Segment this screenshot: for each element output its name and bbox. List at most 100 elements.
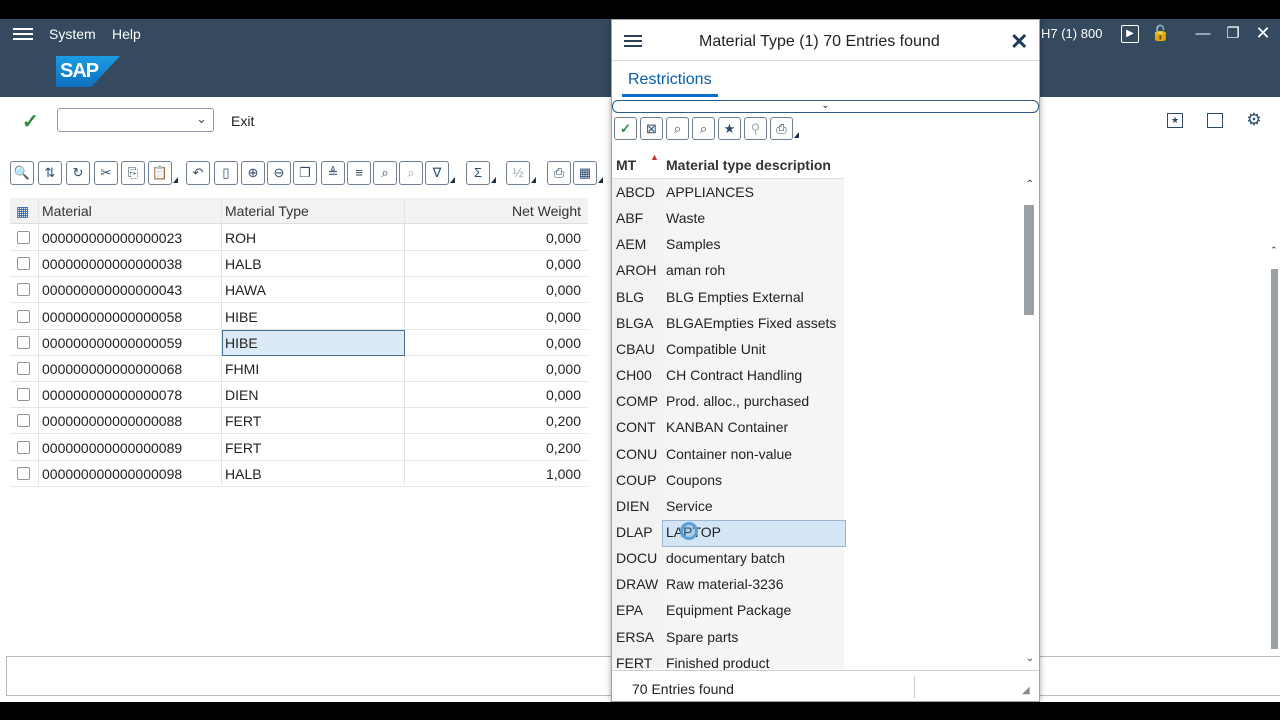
cell-net-weight[interactable]: 1,000 (546, 466, 581, 482)
entry-code[interactable]: DIEN (616, 498, 649, 514)
table-row[interactable]: 000000000000000088 FERT 0,200 (10, 408, 588, 435)
list-item[interactable]: DOCU documentary batch (612, 546, 844, 572)
entry-description[interactable]: CH Contract Handling (666, 367, 802, 383)
list-item[interactable]: COMP Prod. alloc., purchased (612, 389, 844, 415)
row-select-checkbox[interactable] (17, 283, 30, 297)
cell-material-type[interactable]: DIEN (225, 387, 258, 403)
entry-description[interactable]: Coupons (666, 472, 722, 488)
scroll-thumb[interactable] (1271, 269, 1278, 649)
entry-code[interactable]: CONT (616, 419, 656, 435)
undo-icon[interactable]: ↶ (186, 161, 210, 185)
list-item[interactable]: AROH aman roh (612, 258, 844, 284)
unlock-icon[interactable]: 🔓 (1151, 25, 1170, 43)
new-row-icon[interactable]: ▯ (214, 161, 238, 185)
cell-net-weight[interactable]: 0,000 (546, 282, 581, 298)
list-item[interactable]: BLGA BLGAEmpties Fixed assets (612, 311, 844, 337)
col-description[interactable]: Material type description (666, 157, 831, 173)
scroll-thumb[interactable] (1024, 205, 1034, 315)
find-icon[interactable]: ⌕ (666, 117, 689, 140)
find-icon[interactable]: ⌕ (373, 161, 397, 185)
col-material[interactable]: Material (42, 203, 92, 219)
entry-code[interactable]: COMP (616, 393, 658, 409)
entry-description[interactable]: aman roh (666, 262, 725, 278)
duplicate-row-icon[interactable]: ❐ (293, 161, 317, 185)
entry-description[interactable]: Raw material-3236 (666, 576, 784, 592)
row-select-checkbox[interactable] (17, 231, 30, 244)
entry-description[interactable]: BLGAEmpties Fixed assets (666, 315, 836, 331)
list-item[interactable]: CONT KANBAN Container (612, 415, 844, 441)
entry-description[interactable]: KANBAN Container (666, 419, 788, 435)
entry-code[interactable]: DRAW (616, 576, 658, 592)
table-row[interactable]: 000000000000000078 DIEN 0,000 (10, 382, 588, 409)
list-item[interactable]: EPA Equipment Package (612, 598, 844, 624)
list-item[interactable]: COUP Coupons (612, 468, 844, 494)
settings-gear-icon[interactable]: ⚙ (1245, 111, 1263, 129)
table-row[interactable]: 000000000000000023 ROH 0,000 (10, 225, 588, 251)
table-row[interactable]: 000000000000000068 FHMI 0,000 (10, 356, 588, 382)
close-window-icon[interactable]: ✕ (1254, 24, 1272, 42)
list-item[interactable]: DRAW Raw material-3236 (612, 572, 844, 598)
entry-description[interactable]: Finished product (666, 655, 770, 671)
entry-code[interactable]: COUP (616, 472, 656, 488)
cell-net-weight[interactable]: 0,000 (546, 230, 581, 246)
cell-material-type[interactable]: HIBE (225, 335, 258, 351)
insert-row-icon[interactable]: ⊕ (241, 161, 265, 185)
list-item[interactable]: AEM Samples (612, 232, 844, 258)
export-icon[interactable]: ▦ (573, 161, 603, 185)
scroll-down-icon[interactable]: ⌄ (1023, 653, 1037, 664)
entry-description[interactable]: Samples (666, 236, 720, 252)
chevron-down-icon[interactable]: ⌄ (196, 111, 207, 127)
cancel-icon[interactable]: ⊠ (640, 117, 663, 140)
entry-code[interactable]: AROH (616, 262, 656, 278)
cell-material-type[interactable]: HAWA (225, 282, 266, 298)
entry-code[interactable]: BLGA (616, 315, 653, 331)
list-item[interactable]: CBAU Compatible Unit (612, 337, 844, 363)
entry-code[interactable]: CBAU (616, 341, 655, 357)
main-scrollbar[interactable]: ⌃ ⌄ (1268, 245, 1280, 720)
entry-code[interactable]: EPA (616, 602, 643, 618)
cell-material[interactable]: 000000000000000038 (42, 256, 182, 272)
entry-description[interactable]: BLG Empties External (666, 289, 804, 305)
entry-code[interactable]: CONU (616, 446, 657, 462)
cell-net-weight[interactable]: 0,000 (546, 387, 581, 403)
menu-system[interactable]: System (49, 26, 96, 42)
close-icon[interactable]: ✕ (1010, 29, 1028, 55)
find-next-icon[interactable]: ⌕ (399, 161, 423, 185)
list-item[interactable]: CONU Container non-value (612, 442, 844, 468)
cell-material-type[interactable]: FERT (225, 440, 261, 456)
table-row[interactable]: 000000000000000058 HIBE 0,000 (10, 304, 588, 330)
find-next-icon[interactable]: ⌕ (692, 117, 715, 140)
entry-code[interactable]: AEM (616, 236, 646, 252)
enter-check-icon[interactable]: ✓ (22, 109, 39, 134)
col-net-weight[interactable]: Net Weight (512, 203, 581, 219)
resize-grip-icon[interactable]: ◢ (1022, 685, 1030, 696)
table-row[interactable]: 000000000000000043 HAWA 0,000 (10, 277, 588, 304)
entry-description[interactable]: Equipment Package (666, 602, 791, 618)
details-icon[interactable]: 🔍 (10, 161, 34, 185)
row-select-checkbox[interactable] (17, 388, 30, 402)
layout-select-icon[interactable]: ▦ (16, 203, 29, 220)
col-mt[interactable]: MT (616, 157, 636, 173)
refresh-icon[interactable]: ↻ (66, 161, 90, 185)
list-item[interactable]: BLG BLG Empties External (612, 285, 844, 311)
table-row[interactable]: 000000000000000089 FERT 0,200 (10, 435, 588, 461)
subtotal-icon[interactable]: ½ (506, 161, 536, 185)
entry-code[interactable]: CH00 (616, 367, 652, 383)
table-row[interactable]: 000000000000000098 HALB 1,000 (10, 461, 588, 487)
list-item[interactable]: DLAP LAPTOP (612, 520, 844, 546)
minimize-icon[interactable]: — (1194, 25, 1212, 43)
cell-material-type[interactable]: FHMI (225, 361, 259, 377)
sort-asc-icon[interactable]: ≜ (321, 161, 345, 185)
list-item[interactable]: DIEN Service (612, 494, 844, 520)
cell-material[interactable]: 000000000000000098 (42, 466, 182, 482)
favorites-icon[interactable]: ★ (718, 117, 741, 140)
print-icon[interactable]: ⎙ (547, 161, 571, 185)
row-select-checkbox[interactable] (17, 257, 30, 271)
list-item[interactable]: CH00 CH Contract Handling (612, 363, 844, 389)
cell-net-weight[interactable]: 0,200 (546, 413, 581, 429)
restore-icon[interactable]: ❐ (1224, 25, 1242, 43)
entry-description[interactable]: Prod. alloc., purchased (666, 393, 809, 409)
menu-help[interactable]: Help (112, 26, 141, 42)
delete-row-icon[interactable]: ⊖ (267, 161, 291, 185)
list-item[interactable]: ABCD APPLIANCES (612, 180, 844, 206)
